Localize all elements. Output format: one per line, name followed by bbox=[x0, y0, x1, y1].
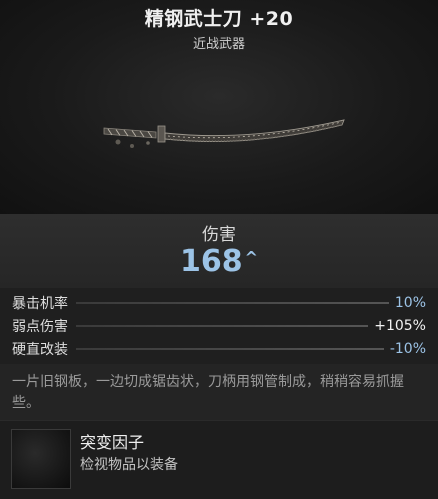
damage-section: 伤害 168 ^ bbox=[0, 214, 438, 288]
mutator-empty-icon[interactable] bbox=[11, 429, 71, 489]
damage-value: 168 bbox=[179, 244, 243, 279]
stats-list: 暴击机率 10% 弱点伤害 +105% 硬直改装 -10% bbox=[0, 288, 438, 364]
stat-name: 硬直改装 bbox=[12, 342, 68, 358]
mutator-slot[interactable]: 突变因子 检视物品以装备 bbox=[0, 420, 438, 499]
stat-value: 10% bbox=[394, 295, 426, 311]
chevron-up-icon: ^ bbox=[244, 248, 259, 267]
stat-value: +105% bbox=[374, 318, 426, 334]
item-category: 近战武器 bbox=[192, 37, 245, 52]
item-description: 一片旧钢板，一边切成锯齿状，刀柄用钢管制成，稍稍容易抓握些。 bbox=[0, 364, 438, 420]
stat-value: -10% bbox=[389, 341, 426, 357]
item-name: 精钢武士刀 +20 bbox=[144, 8, 294, 30]
damage-label: 伤害 bbox=[202, 225, 236, 245]
stat-row-crit: 暴击机率 10% bbox=[12, 292, 426, 314]
stat-divider bbox=[76, 325, 369, 327]
stat-row-stagger: 硬直改装 -10% bbox=[12, 338, 426, 360]
item-preview: 精钢武士刀 +20 近战武器 bbox=[0, 0, 438, 214]
item-inspect-panel: 精钢武士刀 +20 近战武器 伤害 168 ^ 暴击机率 10% 弱点伤害 +1… bbox=[0, 0, 438, 499]
stat-divider bbox=[76, 348, 384, 350]
damage-value-group: 168 ^ bbox=[0, 244, 438, 279]
stat-name: 弱点伤害 bbox=[12, 319, 68, 335]
stat-row-weakspot: 弱点伤害 +105% bbox=[12, 315, 426, 337]
stat-divider bbox=[76, 302, 389, 304]
katana-image bbox=[103, 119, 345, 148]
mutator-subtitle: 检视物品以装备 bbox=[80, 457, 178, 473]
stat-name: 暴击机率 bbox=[12, 296, 68, 312]
mutator-title: 突变因子 bbox=[80, 433, 145, 452]
